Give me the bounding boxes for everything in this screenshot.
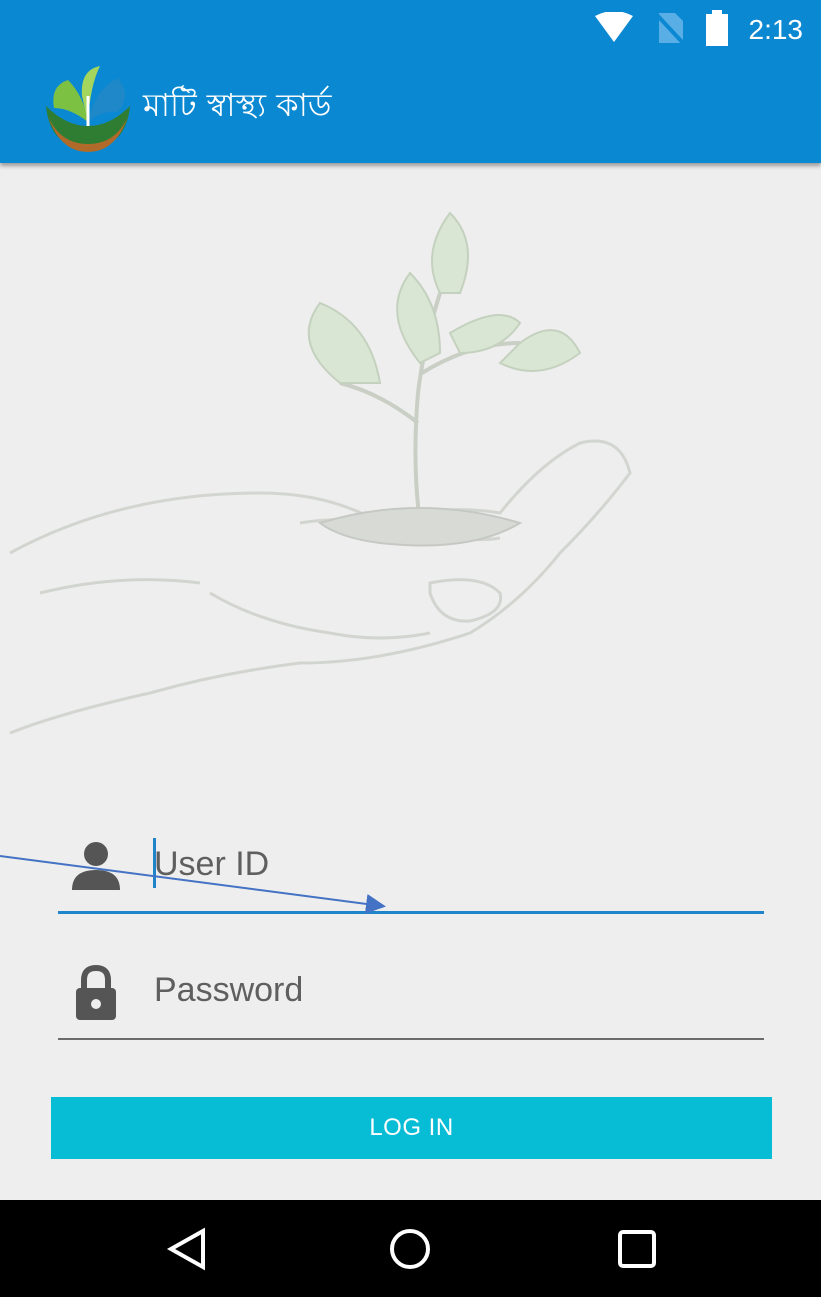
password-field[interactable] bbox=[58, 954, 764, 1040]
battery-icon bbox=[705, 10, 729, 50]
person-icon bbox=[68, 838, 124, 894]
user-id-field[interactable] bbox=[58, 828, 764, 914]
app-bar: 2:13 মাটি স্বাস্থ্য কার্ড bbox=[0, 0, 821, 163]
user-id-input[interactable] bbox=[154, 836, 744, 892]
status-bar: 2:13 bbox=[0, 0, 821, 56]
hand-sprout-illustration bbox=[0, 193, 821, 883]
no-sim-icon bbox=[655, 11, 685, 49]
back-icon[interactable] bbox=[162, 1224, 212, 1274]
app-logo bbox=[40, 56, 136, 152]
home-icon[interactable] bbox=[385, 1224, 435, 1274]
wifi-icon bbox=[593, 11, 635, 48]
system-nav-bar bbox=[0, 1200, 821, 1297]
login-button[interactable]: LOG IN bbox=[51, 1097, 772, 1159]
login-content bbox=[0, 163, 821, 1200]
password-input[interactable] bbox=[154, 962, 744, 1018]
app-title: মাটি স্বাস্থ্য কার্ড bbox=[143, 86, 332, 124]
password-underline bbox=[58, 1038, 764, 1040]
status-time: 2:13 bbox=[748, 14, 804, 45]
recent-apps-icon[interactable] bbox=[612, 1224, 662, 1274]
user-id-underline bbox=[58, 911, 764, 914]
lock-icon bbox=[68, 964, 124, 1020]
